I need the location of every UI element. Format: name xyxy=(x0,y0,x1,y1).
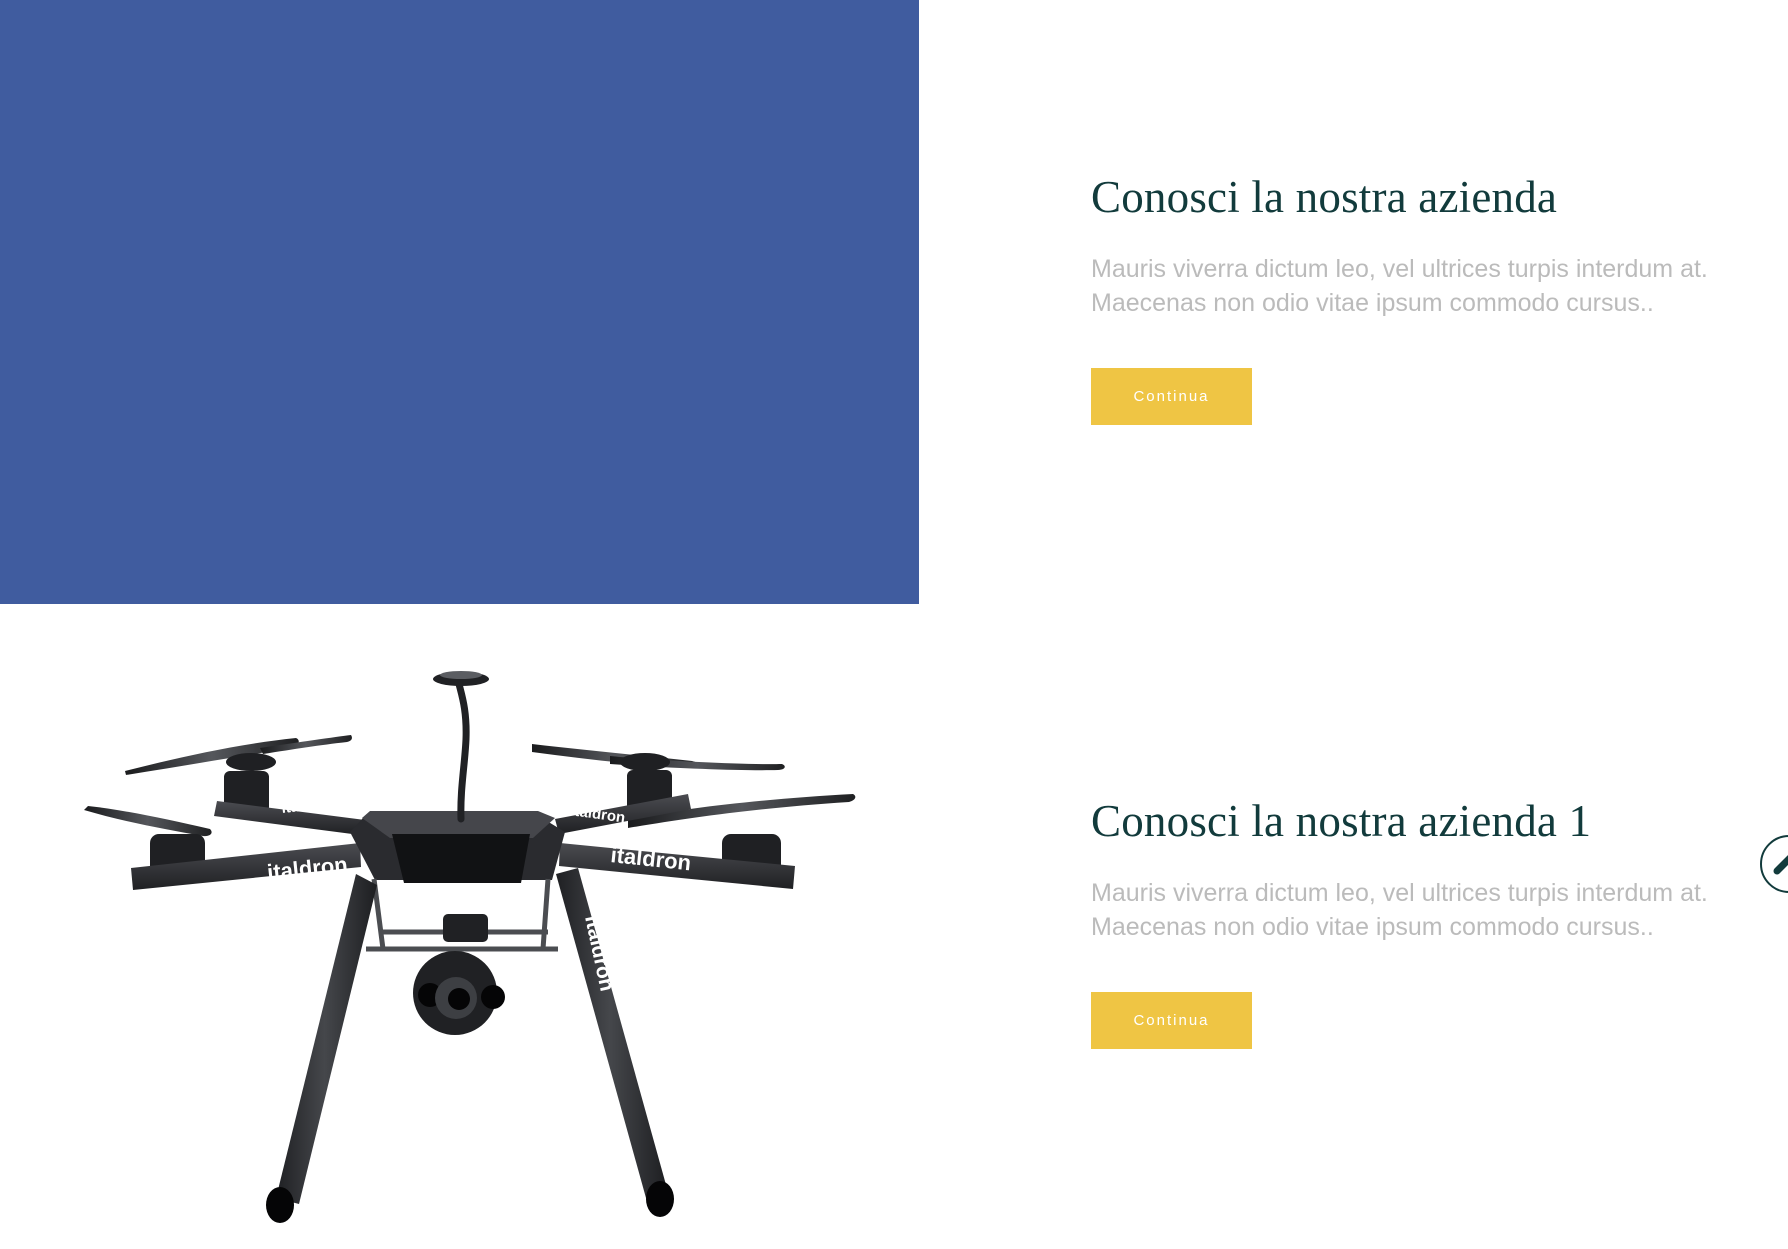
svg-text:italdron: italdron xyxy=(304,879,332,957)
section-description: Mauris viverra dictum leo, vel ultrices … xyxy=(1091,879,1708,942)
section-description: Mauris viverra dictum leo, vel ultrices … xyxy=(1091,255,1708,318)
drone-image: italdron italdron italdron italdron ital… xyxy=(0,604,919,1249)
continue-button[interactable]: Continua xyxy=(1091,368,1252,425)
blue-image-panel xyxy=(0,0,919,604)
section-title: Conosci la nostra azienda 1 xyxy=(1091,796,1592,846)
company-section-content: Conosci la nostra azienda 1 Mauris viver… xyxy=(1091,794,1741,1049)
company-section-1: Conosci la nostra azienda Mauris viverra… xyxy=(0,0,1788,604)
continue-button[interactable]: Continua xyxy=(1091,992,1252,1049)
svg-text:italdron: italdron xyxy=(281,794,337,817)
drone-illustration: italdron italdron italdron italdron ital… xyxy=(84,671,856,1223)
section-title: Conosci la nostra azienda xyxy=(1091,172,1558,222)
company-section-2: italdron italdron italdron italdron ital… xyxy=(0,604,1788,1249)
company-section-content: Conosci la nostra azienda Mauris viverra… xyxy=(1091,170,1741,425)
